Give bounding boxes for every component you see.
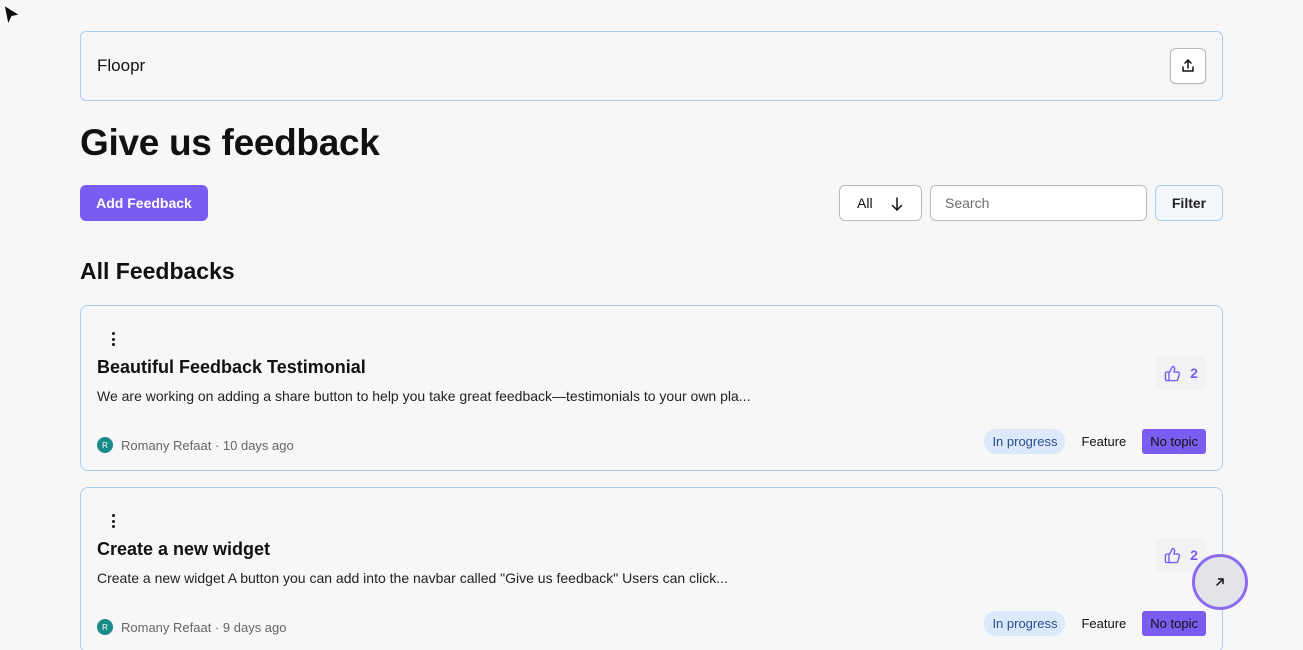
share-upload-icon xyxy=(1182,59,1194,72)
meta-separator: · xyxy=(211,437,223,453)
status-badge: In progress xyxy=(984,611,1066,636)
thumbs-up-icon xyxy=(1164,365,1181,381)
more-options-icon[interactable] xyxy=(109,514,117,528)
topic-badge: No topic xyxy=(1142,429,1206,454)
type-badge: Feature xyxy=(1081,616,1127,631)
sort-select-value: All xyxy=(857,195,873,211)
vote-count: 2 xyxy=(1190,547,1198,563)
feedback-card[interactable]: Create a new widget Create a new widget … xyxy=(80,487,1223,650)
topic-badge: No topic xyxy=(1142,611,1206,636)
sort-select[interactable]: All xyxy=(839,185,922,221)
arrow-down-icon xyxy=(891,197,903,211)
meta-separator: · xyxy=(211,619,223,635)
share-button[interactable] xyxy=(1170,48,1206,84)
feedback-title[interactable]: Beautiful Feedback Testimonial xyxy=(97,357,366,378)
author-name: Romany Refaat xyxy=(121,619,212,635)
brand-name: Floopr xyxy=(97,56,146,75)
upvote-button[interactable]: 2 xyxy=(1156,356,1206,390)
type-badge: Feature xyxy=(1081,434,1127,449)
timestamp: 10 days ago xyxy=(222,437,294,453)
arrow-up-right-icon xyxy=(1216,578,1224,586)
status-badge: In progress xyxy=(984,429,1066,454)
feedback-tags: In progress Feature No topic xyxy=(984,429,1206,454)
feedback-description: Create a new widget A button you can add… xyxy=(97,570,728,586)
app-header: Floopr xyxy=(80,31,1223,101)
page-title: Give us feedback xyxy=(80,122,380,163)
feedback-description: We are working on adding a share button … xyxy=(97,388,751,404)
timestamp: 9 days ago xyxy=(222,619,287,635)
more-options-icon[interactable] xyxy=(109,332,117,346)
feedback-title[interactable]: Create a new widget xyxy=(97,539,270,560)
avatar: R xyxy=(97,619,113,635)
search-input[interactable] xyxy=(930,185,1147,221)
avatar: R xyxy=(97,437,113,453)
mouse-cursor-icon xyxy=(3,3,22,27)
feedback-meta: R Romany Refaat · 10 days ago xyxy=(97,437,294,453)
feedback-meta: R Romany Refaat · 9 days ago xyxy=(97,619,287,635)
feedback-card[interactable]: Beautiful Feedback Testimonial We are wo… xyxy=(80,305,1223,471)
author-name: Romany Refaat xyxy=(121,437,212,453)
vote-count: 2 xyxy=(1190,365,1198,381)
section-title: All Feedbacks xyxy=(80,258,235,284)
add-feedback-button[interactable]: Add Feedback xyxy=(80,185,208,221)
thumbs-up-icon xyxy=(1164,547,1181,563)
feedback-tags: In progress Feature No topic xyxy=(984,611,1206,636)
filter-button[interactable]: Filter xyxy=(1155,185,1223,221)
floating-widget-button[interactable] xyxy=(1192,554,1248,610)
